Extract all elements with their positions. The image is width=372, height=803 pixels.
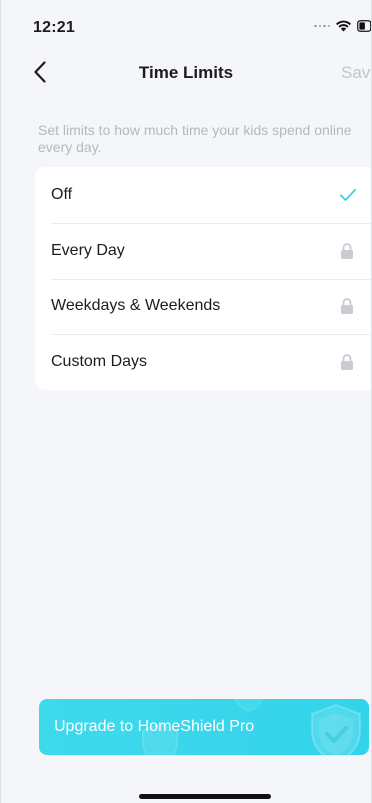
option-label: Custom Days — [51, 353, 148, 371]
home-indicator — [139, 794, 271, 799]
status-time: 12:21 — [33, 19, 75, 36]
shield-icon — [311, 703, 361, 755]
save-button[interactable]: Save — [341, 63, 371, 83]
description-text: Set limits to how much time your kids sp… — [38, 122, 352, 155]
option-label: Every Day — [51, 241, 125, 259]
upgrade-button[interactable]: Upgrade to HomeShield Pro — [39, 699, 369, 755]
option-label: Off — [51, 185, 73, 203]
option-every-day[interactable]: Every Day — [35, 222, 371, 279]
option-label: Weekdays & Weekends — [51, 297, 221, 315]
lock-icon — [339, 297, 355, 315]
lock-icon — [339, 242, 355, 260]
status-icons — [314, 20, 371, 32]
page-title: Time Limits — [138, 63, 234, 82]
time-limit-options: Off Every Day Weekdays & Weekends Custom… — [35, 167, 371, 390]
option-off[interactable]: Off — [35, 167, 371, 223]
check-icon — [339, 188, 357, 202]
cellular-signal-icon — [314, 24, 330, 28]
navigation-bar: Time Limits Save — [1, 50, 371, 94]
status-bar: 12:21 — [1, 0, 371, 50]
phone-screen: 12:21 Time Limits Save Set limits — [0, 0, 372, 803]
option-weekdays-weekends[interactable]: Weekdays & Weekends — [35, 278, 371, 335]
upgrade-button-label: Upgrade to HomeShield Pro — [54, 718, 255, 735]
lock-icon — [339, 353, 355, 371]
wifi-icon — [336, 20, 351, 32]
shield-icon — [234, 699, 264, 712]
battery-icon — [357, 20, 371, 32]
option-custom-days[interactable]: Custom Days — [35, 334, 371, 390]
